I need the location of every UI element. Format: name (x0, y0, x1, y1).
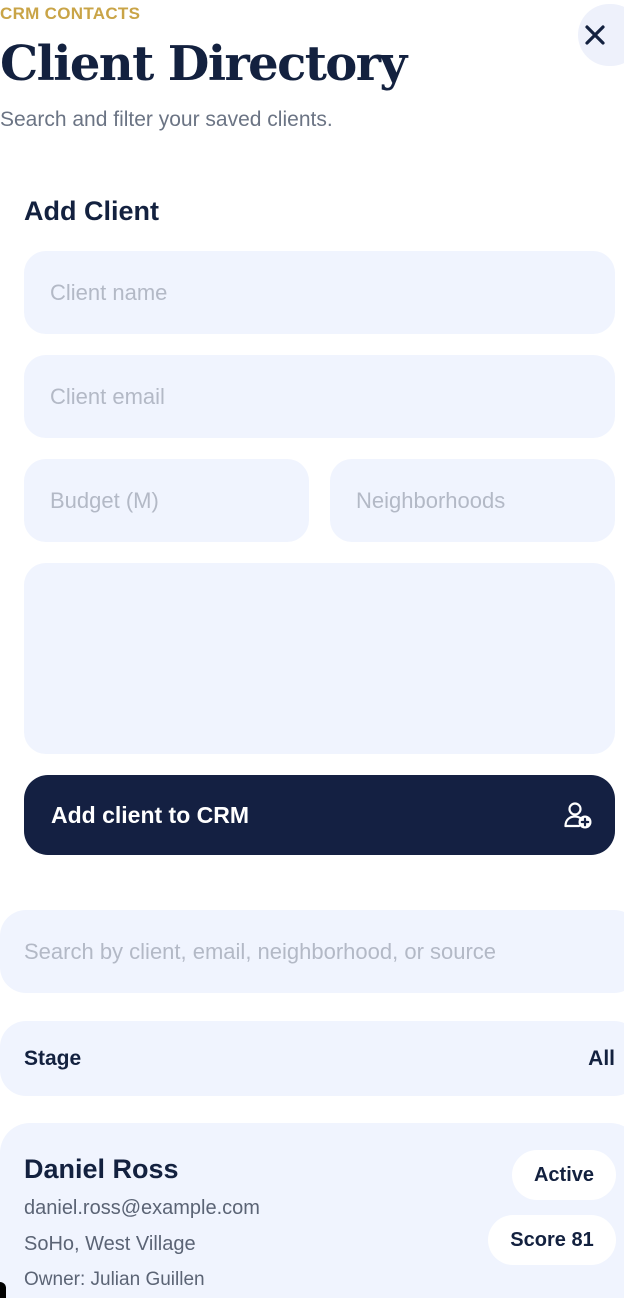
client-name-input[interactable] (24, 251, 615, 334)
client-card[interactable]: Daniel Ross daniel.ross@example.com SoHo… (0, 1123, 624, 1298)
add-client-button[interactable]: Add client to CRM (24, 775, 615, 855)
screen-corner (0, 1282, 6, 1298)
page-title: Client Directory (0, 36, 407, 92)
eyebrow-label: CRM CONTACTS (0, 4, 141, 23)
add-client-heading: Add Client (24, 196, 159, 226)
neighborhoods-input[interactable] (330, 459, 615, 542)
stage-filter-value: All (588, 1046, 615, 1070)
stage-filter-label: Stage (24, 1046, 82, 1070)
budget-input[interactable] (24, 459, 309, 542)
client-owner: Owner: Julian Guillen (24, 1269, 205, 1290)
user-plus-icon (564, 802, 592, 829)
page-subtitle: Search and filter your saved clients. (0, 108, 333, 131)
stage-filter[interactable]: Stage All (0, 1021, 624, 1096)
client-email: daniel.ross@example.com (24, 1197, 260, 1219)
client-name: Daniel Ross (24, 1154, 179, 1184)
client-neighborhoods: SoHo, West Village (24, 1233, 196, 1255)
close-icon (585, 25, 605, 45)
close-button[interactable] (578, 4, 624, 66)
client-search-input[interactable] (0, 910, 624, 993)
client-email-input[interactable] (24, 355, 615, 438)
score-badge: Score 81 (488, 1215, 616, 1265)
client-notes-textarea[interactable] (24, 563, 615, 754)
status-badge: Active (512, 1150, 616, 1200)
add-client-button-label: Add client to CRM (51, 801, 250, 828)
